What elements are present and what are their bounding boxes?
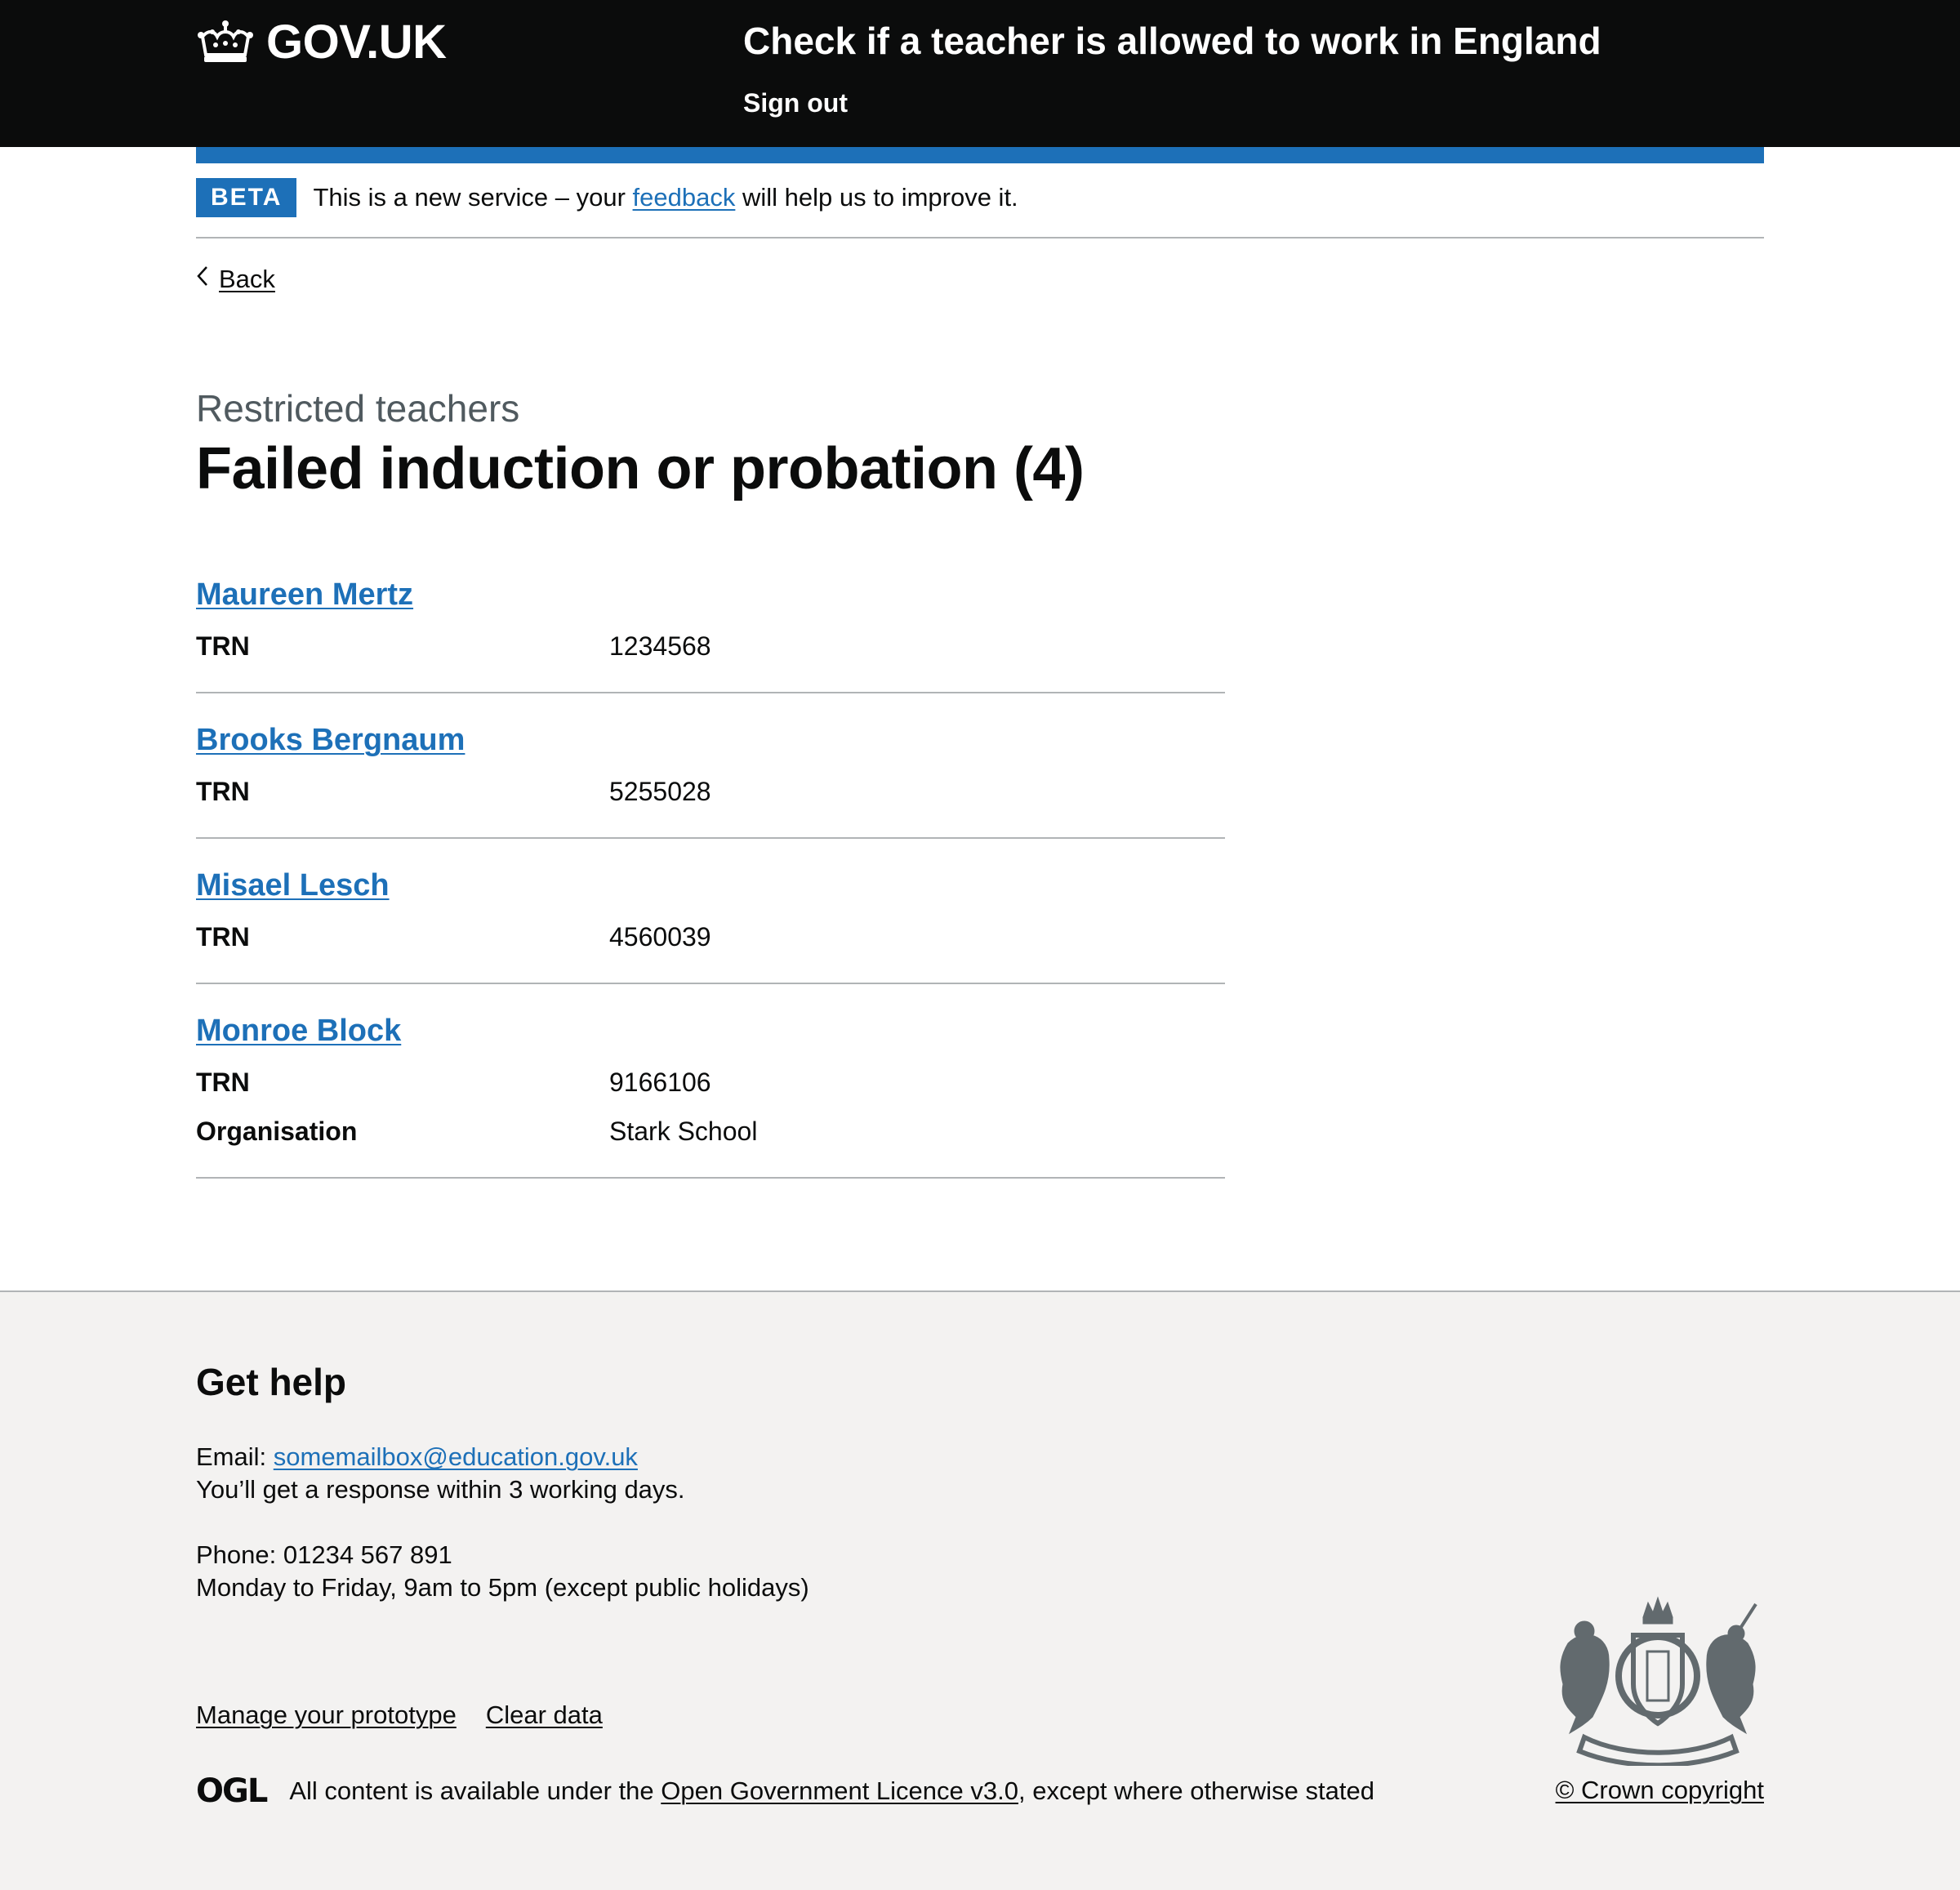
site-header: GOV.UK Check if a teacher is allowed to … [0,0,1960,147]
footer-links: Manage your prototype Clear data [196,1701,603,1730]
record-row: TRN 1234568 [196,622,1225,671]
record-value: 5255028 [609,777,711,806]
record-card: Maureen Mertz TRN 1234568 [196,568,1225,693]
crown-icon [196,19,255,65]
manage-prototype-link[interactable]: Manage your prototype [196,1701,457,1730]
phase-text-before: This is a new service – your [313,183,633,212]
record-key: Organisation [196,1117,358,1146]
records-list: Maureen Mertz TRN 1234568 Brooks Bergnau… [196,568,1225,1198]
govuk-logo-text: GOV.UK [266,15,447,69]
licence-text: All content is available under the Open … [289,1776,1374,1806]
licence-text-after: , except where otherwise stated [1018,1776,1374,1805]
record-name-link[interactable]: Maureen Mertz [196,577,413,612]
record-row: TRN 5255028 [196,767,1225,816]
chevron-left-icon [196,265,209,293]
record-row: Organisation Stark School [196,1107,1225,1156]
record-row: TRN 4560039 [196,912,1225,961]
phase-banner-text: This is a new service – your feedback wi… [313,178,1018,217]
service-name-link[interactable]: Check if a teacher is allowed to work in… [743,16,1601,65]
record-row: TRN 9166106 [196,1058,1225,1107]
email-response-text: You’ll get a response within 3 working d… [196,1475,685,1504]
page-title: Failed induction or probation (4) [196,436,1085,501]
record-value: 9166106 [609,1068,711,1097]
get-help-heading: Get help [196,1361,347,1403]
copyright-container: © Crown copyright [1556,1776,1764,1805]
licence-text-before: All content is available under the [289,1776,662,1805]
record-value: 4560039 [609,922,711,952]
back-link[interactable]: Back [219,265,275,294]
crown-copyright-link[interactable]: © Crown copyright [1556,1776,1764,1804]
header-blue-bar [196,147,1764,163]
licence-row: OGL All content is available under the O… [196,1771,1374,1812]
royal-coat-of-arms-icon [1552,1594,1764,1768]
record-key: TRN [196,922,250,952]
phase-text-after: will help us to improve it. [735,183,1018,212]
govuk-logo-link[interactable]: GOV.UK [196,15,447,69]
back-link-container: Back [196,261,275,297]
record-card: Misael Lesch TRN 4560039 [196,858,1225,984]
record-name-link[interactable]: Monroe Block [196,1014,401,1048]
page-caption: Restricted teachers [196,387,520,430]
record-key: TRN [196,777,250,806]
email-label: Email: [196,1442,274,1471]
record-key: TRN [196,631,250,661]
phone-text: Phone: 01234 567 891 [196,1540,452,1569]
record-name-link[interactable]: Brooks Bergnaum [196,723,465,757]
email-link[interactable]: somemailbox@education.gov.uk [274,1442,638,1471]
record-value: 1234568 [609,631,711,661]
clear-data-link[interactable]: Clear data [486,1701,603,1730]
record-card: Monroe Block TRN 9166106 Organisation St… [196,1004,1225,1179]
record-key: TRN [196,1068,250,1097]
ogl-logo-icon: OGL [196,1772,268,1810]
site-footer: Get help Email: somemailbox@education.go… [0,1290,1960,1890]
sign-out-link[interactable]: Sign out [743,88,848,118]
record-name-link[interactable]: Misael Lesch [196,868,390,903]
opening-hours-text: Monday to Friday, 9am to 5pm (except pub… [196,1573,809,1602]
licence-link[interactable]: Open Government Licence v3.0 [661,1776,1018,1805]
help-contact: Email: somemailbox@education.gov.uk You’… [196,1441,809,1604]
record-value: Stark School [609,1117,758,1146]
phase-banner: BETA This is a new service – your feedba… [196,178,1764,238]
beta-tag: BETA [196,178,297,217]
record-card: Brooks Bergnaum TRN 5255028 [196,713,1225,839]
feedback-link[interactable]: feedback [633,183,736,212]
